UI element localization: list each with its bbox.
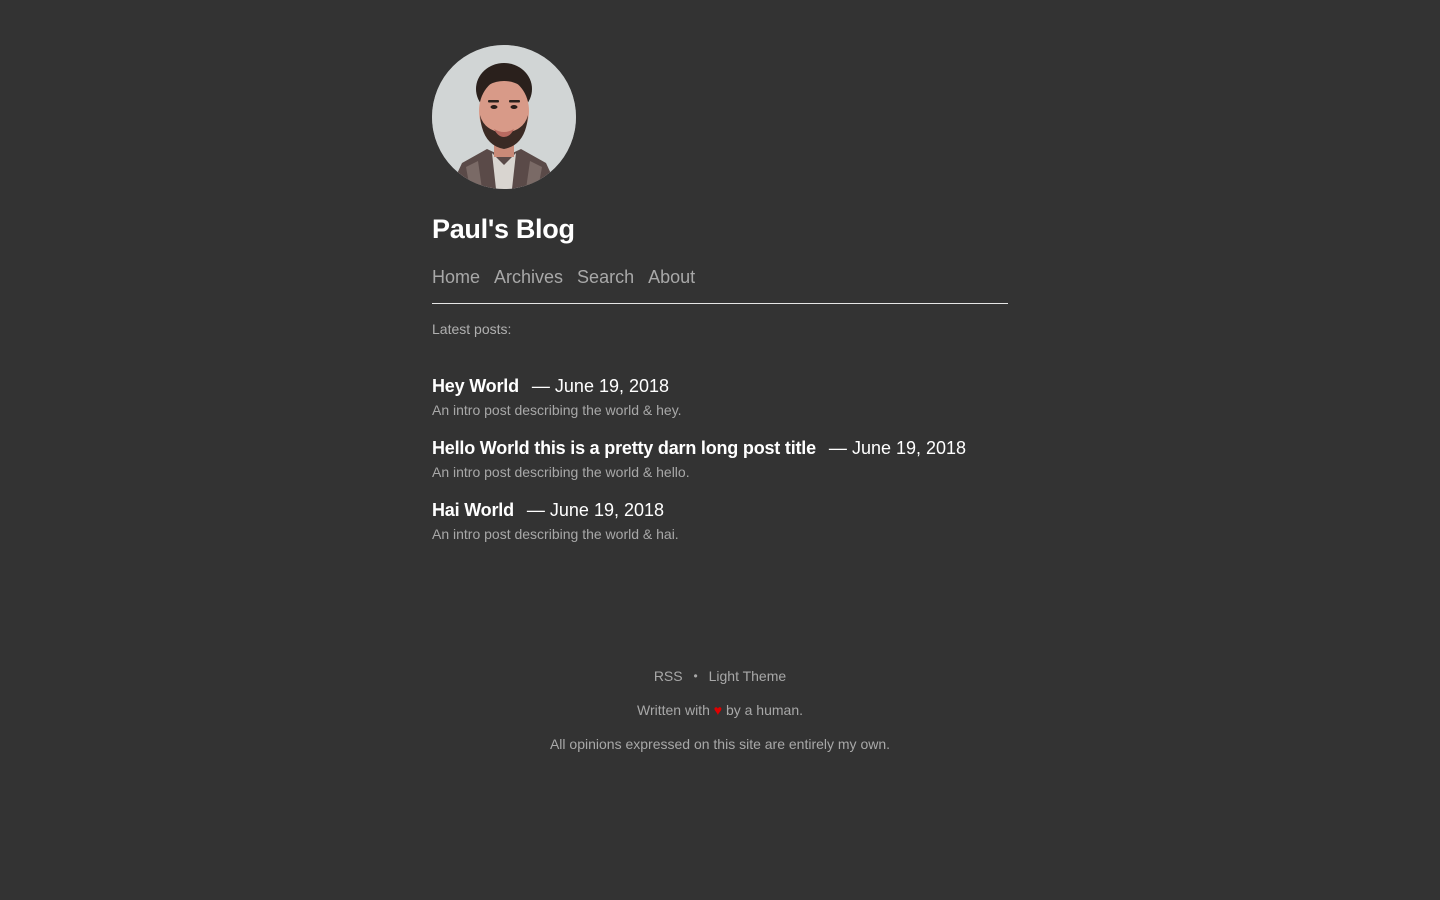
heart-icon: ♥: [713, 702, 723, 718]
post-date-separator: —: [526, 499, 545, 520]
post-description: An intro post describing the world & hey…: [432, 401, 682, 418]
post-heading: Hey World — June 19, 2018: [432, 375, 1008, 397]
post-title-link[interactable]: Hello World this is a pretty darn long p…: [432, 438, 816, 458]
post-heading: Hello World this is a pretty darn long p…: [432, 437, 1008, 459]
site-footer: RSS • Light Theme Written with ♥ by a hu…: [0, 666, 1440, 768]
post-description: An intro post describing the world & hai…: [432, 525, 679, 542]
post-date: June 19, 2018: [554, 375, 670, 396]
post-date: June 19, 2018: [549, 499, 665, 520]
post-item: Hello World this is a pretty darn long p…: [432, 437, 1008, 481]
post-item: Hey World — June 19, 2018 An intro post …: [432, 375, 1008, 419]
footer-disclaimer: All opinions expressed on this site are …: [549, 736, 891, 752]
credit-suffix: by a human.: [725, 702, 804, 718]
main-nav: Home Archives Search About: [432, 266, 1008, 288]
nav-about-link[interactable]: About: [648, 266, 695, 288]
content-column: Paul's Blog Home Archives Search About L…: [432, 45, 1008, 561]
latest-posts-label: Latest posts:: [432, 320, 512, 337]
footer-credit: Written with ♥ by a human.: [0, 700, 1440, 720]
post-list: Hey World — June 19, 2018 An intro post …: [432, 375, 1008, 543]
footer-links: RSS • Light Theme: [0, 666, 1440, 686]
page: Paul's Blog Home Archives Search About L…: [0, 0, 1440, 900]
bullet-separator: •: [693, 669, 698, 683]
post-date-separator: —: [531, 375, 550, 396]
credit-prefix: Written with: [636, 702, 710, 718]
nav-search-link[interactable]: Search: [577, 266, 634, 288]
avatar[interactable]: [432, 45, 576, 189]
post-title-link[interactable]: Hey World: [432, 376, 519, 396]
post-title-link[interactable]: Hai World: [432, 500, 514, 520]
avatar-photo: [432, 45, 576, 189]
post-date-separator: —: [828, 437, 847, 458]
rss-link[interactable]: RSS: [654, 668, 683, 684]
post-date: June 19, 2018: [851, 437, 967, 458]
nav-home-link[interactable]: Home: [432, 266, 480, 288]
post-item: Hai World — June 19, 2018 An intro post …: [432, 499, 1008, 543]
post-heading: Hai World — June 19, 2018: [432, 499, 1008, 521]
header-divider: [432, 302, 1008, 304]
theme-toggle-link[interactable]: Light Theme: [709, 668, 787, 684]
site-title[interactable]: Paul's Blog: [432, 214, 1008, 245]
post-description: An intro post describing the world & hel…: [432, 463, 690, 480]
nav-archives-link[interactable]: Archives: [494, 266, 563, 288]
